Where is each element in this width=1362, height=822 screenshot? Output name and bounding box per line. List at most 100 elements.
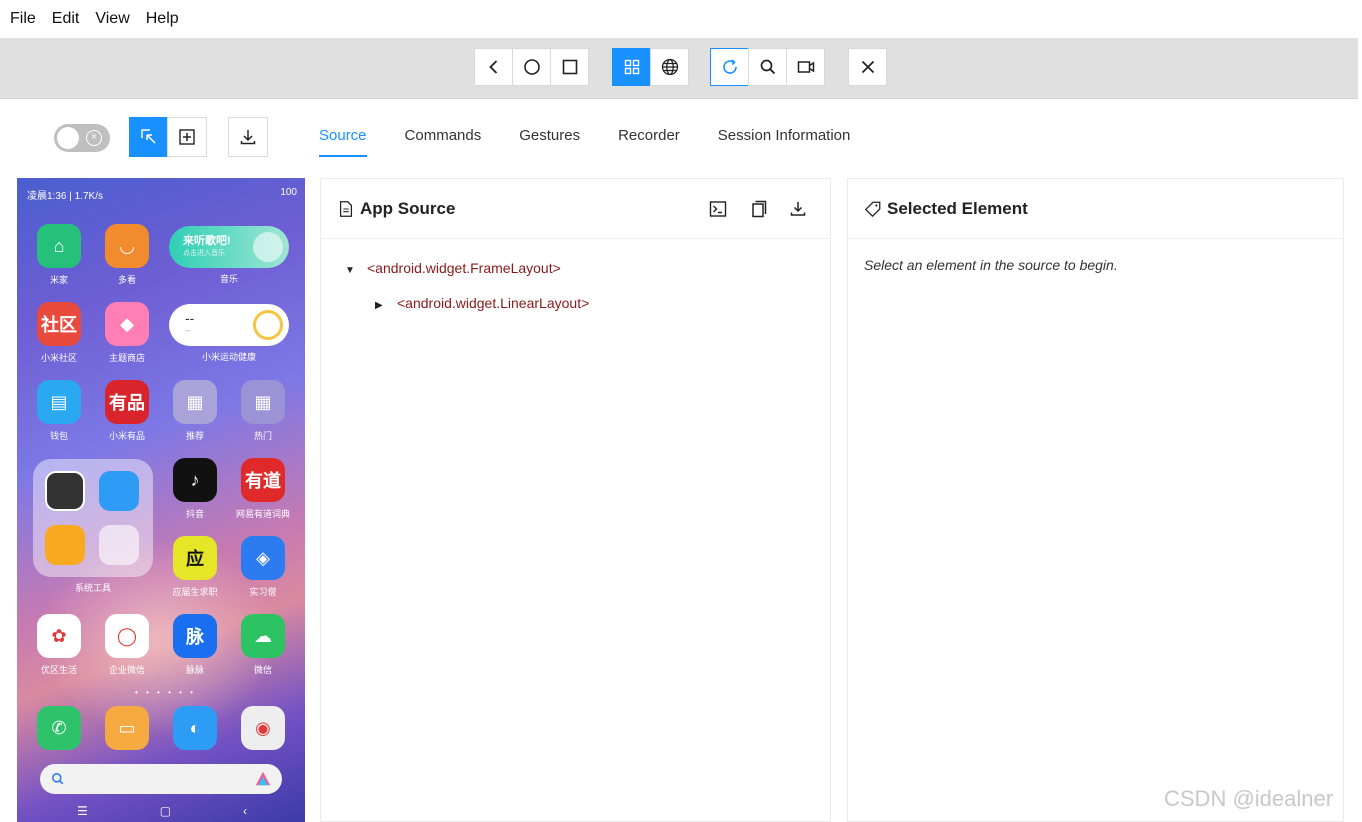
system-tools-folder[interactable] [33, 459, 153, 577]
home-icon [523, 59, 540, 75]
tree-node-linearlayout[interactable]: ▶ <android.widget.LinearLayout> [375, 295, 589, 311]
download-screenshot-button[interactable] [228, 117, 268, 157]
shixiseng-icon: ◈ [241, 536, 285, 580]
tab-gestures[interactable]: Gestures [500, 117, 599, 157]
back-button[interactable] [474, 48, 513, 86]
appium-inspector-window: File Edit View Help × Source Commands Ge… [0, 0, 1362, 822]
app-shixiseng[interactable]: ◈ 实习僧 [233, 536, 293, 598]
close-icon [861, 60, 874, 74]
app-label: 主题商店 [108, 353, 145, 363]
youpin-icon: 有品 [105, 380, 149, 424]
home-button[interactable] [512, 48, 551, 86]
tab-session-information[interactable]: Session Information [699, 117, 870, 157]
app-community[interactable]: 社区 小米社区 [29, 302, 89, 364]
search-button[interactable] [748, 48, 787, 86]
app-youqu[interactable]: ✿ 优区生活 [29, 614, 89, 676]
web-mode-button[interactable] [650, 48, 689, 86]
menu-help[interactable]: Help [146, 10, 179, 28]
app-wechat[interactable]: ☁ 微信 [233, 614, 293, 676]
inspect-group [710, 48, 825, 86]
device-nav-group [474, 48, 589, 86]
caret-down-icon[interactable]: ▼ [345, 265, 359, 276]
wallet-icon: ▤ [37, 380, 81, 424]
folder-label: 系统工具 [74, 583, 111, 593]
app-douyin[interactable]: ♪ 抖音 [165, 458, 225, 520]
wechat-icon: ☁ [241, 614, 285, 658]
notes-icon: ▭ [105, 706, 149, 750]
contacts-icon [99, 471, 139, 511]
tab-source[interactable]: Source [300, 117, 386, 157]
refresh-button[interactable] [710, 48, 749, 86]
app-camera[interactable]: ◉ [233, 706, 293, 750]
quit-session-button[interactable] [848, 48, 887, 86]
hot-folder-icon: ▦ [241, 380, 285, 424]
menu-file[interactable]: File [10, 10, 36, 28]
app-wecom[interactable]: ◯ 企业微信 [97, 614, 157, 676]
copy-icon[interactable] [748, 199, 768, 219]
health-widget[interactable]: -- -- [169, 304, 289, 346]
selected-element-header: Selected Element [848, 179, 1343, 239]
app-wallet[interactable]: ▤ 钱包 [29, 380, 89, 442]
show-attributes-toggle[interactable]: × [54, 124, 110, 152]
app-maimai[interactable]: 脉脉脉 [165, 614, 225, 676]
tree-node-framelayout[interactable]: ▼ <android.widget.FrameLayout> [345, 260, 561, 276]
tree-node-label: <android.widget.LinearLayout> [397, 295, 590, 311]
tap-coordinates-button[interactable] [167, 117, 207, 157]
menu-bar: File Edit View Help [0, 0, 1362, 38]
app-recommend-folder[interactable]: ▦ 推荐 [165, 380, 225, 442]
phone-search-icon [52, 773, 64, 785]
app-label: 网易有道词典 [235, 509, 290, 519]
app-label: 热门 [253, 431, 272, 441]
device-toolbar [0, 38, 1358, 99]
file-icon [339, 200, 353, 217]
app-theme-store[interactable]: ◆ 主题商店 [97, 302, 157, 364]
app-label: 推荐 [185, 431, 204, 441]
app-browser[interactable]: ◐ [165, 706, 225, 750]
menu-edit[interactable]: Edit [52, 10, 80, 28]
device-screenshot[interactable]: 凌晨1:36 | 1.7K/s 100 来听歌吧! 点击进入音乐 音乐 -- -… [17, 178, 305, 822]
browser-icon: ◐ [173, 706, 217, 750]
phone-search-bar[interactable] [40, 764, 282, 794]
app-yingjiesheng[interactable]: 应应届生求职 [165, 536, 225, 598]
menu-view[interactable]: View [95, 10, 129, 28]
app-youpin[interactable]: 有品 小米有品 [97, 380, 157, 442]
app-hot-folder[interactable]: ▦ 热门 [233, 380, 293, 442]
app-duokan[interactable]: ◡ 多看 [97, 224, 157, 286]
select-elements-button[interactable] [129, 117, 169, 157]
app-label: 微信 [253, 665, 272, 675]
home-key-icon[interactable]: ▢ [160, 804, 171, 818]
page-indicator: • • • • • • [135, 688, 196, 697]
yingjiesheng-icon: 应 [173, 536, 217, 580]
native-app-mode-button[interactable] [612, 48, 651, 86]
terminal-icon[interactable] [708, 199, 728, 219]
app-switch-button[interactable] [550, 48, 589, 86]
select-pointer-icon [141, 129, 156, 144]
tag-icon [864, 201, 881, 217]
tab-commands[interactable]: Commands [386, 117, 501, 157]
back-key-icon[interactable]: ‹ [243, 804, 247, 818]
app-notes[interactable]: ▭ [97, 706, 157, 750]
search-icon [760, 59, 775, 75]
refresh-icon [722, 59, 737, 74]
app-phone[interactable]: ✆ [29, 706, 89, 750]
tab-recorder[interactable]: Recorder [599, 117, 699, 157]
plus-square-icon [179, 129, 195, 145]
caret-right-icon[interactable]: ▶ [375, 300, 389, 311]
app-youdao[interactable]: 有道 网易有道词典 [233, 458, 293, 520]
community-icon: 社区 [37, 302, 81, 346]
tree-node-label: <android.widget.FrameLayout> [367, 260, 561, 276]
left-margin [0, 160, 17, 822]
mini-apps-icon [99, 525, 139, 565]
selected-element-panel: Selected Element Select an element in th… [847, 178, 1344, 822]
music-widget[interactable]: 来听歌吧! 点击进入音乐 [169, 226, 289, 268]
app-source-panel: App Source ▼ <android.widget.FrameLayout>… [320, 178, 831, 822]
menu-key-icon[interactable]: ☰ [77, 804, 88, 818]
native-app-mode-icon [624, 59, 639, 75]
download-source-icon[interactable] [788, 199, 808, 219]
phone-icon: ✆ [37, 706, 81, 750]
app-source-actions [708, 199, 808, 219]
app-mijia[interactable]: ⌂ 米家 [29, 224, 89, 286]
record-button[interactable] [786, 48, 825, 86]
app-label: 优区生活 [40, 665, 77, 675]
youqu-icon: ✿ [37, 614, 81, 658]
